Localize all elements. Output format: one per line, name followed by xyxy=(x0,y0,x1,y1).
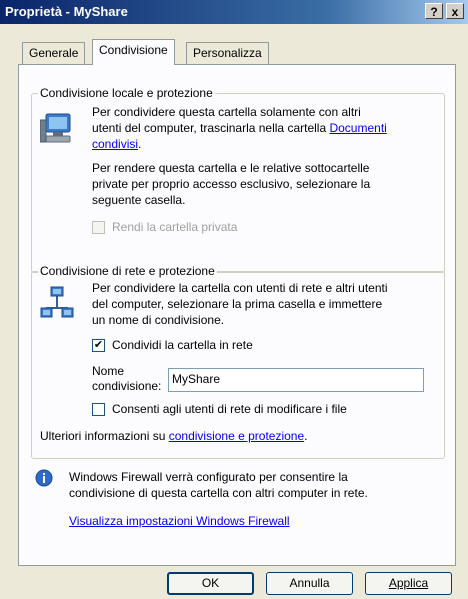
sharing-security-link[interactable]: condivisione e protezione xyxy=(169,429,304,443)
shared-documents-link-part2[interactable]: condivisi xyxy=(92,137,138,151)
window-title: Proprietà - MyShare xyxy=(5,4,128,19)
local-desc-period: . xyxy=(138,137,142,151)
private-desc-line3: seguente casella. xyxy=(92,193,186,207)
apply-button[interactable]: Applica xyxy=(365,572,452,595)
more-info-line: Ulteriori informazioni su condivisione e… xyxy=(40,428,307,444)
title-bar: Proprietà - MyShare ? x xyxy=(0,0,468,24)
local-desc-line2-text: utenti del computer, trascinarla nella c… xyxy=(92,121,330,135)
allow-change-label: Consenti agli utenti di rete di modifica… xyxy=(112,402,347,416)
network-desc-line3: un nome di condivisione. xyxy=(92,313,225,327)
info-icon xyxy=(35,469,53,487)
network-desc-line2: del computer, selezionare la prima casel… xyxy=(92,297,383,311)
local-sharing-group: Condivisione locale e protezione Per con… xyxy=(31,86,445,273)
allow-change-checkbox[interactable] xyxy=(92,403,105,416)
more-info-prefix: Ulteriori informazioni su xyxy=(40,429,169,443)
tab-condivisione[interactable]: Condivisione xyxy=(92,39,175,65)
tab-personalizza[interactable]: Personalizza xyxy=(186,42,269,64)
close-button[interactable]: x xyxy=(446,3,464,19)
tab-panel: Condivisione locale e protezione Per con… xyxy=(18,64,456,566)
local-desc-line2: utenti del computer, trascinarla nella c… xyxy=(92,120,387,136)
tab-generale[interactable]: Generale xyxy=(22,42,86,64)
cancel-button[interactable]: Annulla xyxy=(266,572,353,595)
private-desc-line2: private per proprio accesso esclusivo, s… xyxy=(92,177,371,191)
share-name-label-1: Nome xyxy=(92,364,125,378)
private-folder-checkbox[interactable] xyxy=(92,221,105,234)
network-sharing-group: Condivisione di rete e protezione Per co… xyxy=(31,264,445,459)
shared-documents-link-part1[interactable]: Documenti xyxy=(329,121,386,135)
computer-icon xyxy=(40,113,71,143)
share-folder-checkbox[interactable]: ✔ xyxy=(92,339,105,352)
firewall-line1: Windows Firewall verrà configurato per c… xyxy=(69,470,348,484)
firewall-settings-link[interactable]: Visualizza impostazioni Windows Firewall xyxy=(69,513,290,529)
firewall-line2: condivisione di questa cartella con altr… xyxy=(69,486,368,500)
more-info-suffix: . xyxy=(304,429,308,443)
local-group-title: Condivisione locale e protezione xyxy=(38,86,215,100)
network-desc-line1: Per condividere la cartella con utenti d… xyxy=(92,281,388,295)
network-icon xyxy=(40,286,74,318)
local-desc-line3: condivisi. xyxy=(92,136,141,152)
private-desc-line1: Per rendere questa cartella e le relativ… xyxy=(92,161,370,175)
share-folder-label: Condividi la cartella in rete xyxy=(112,338,253,352)
ok-button[interactable]: OK xyxy=(167,572,254,595)
network-group-title: Condivisione di rete e protezione xyxy=(38,264,217,278)
help-button[interactable]: ? xyxy=(425,3,443,19)
private-folder-label: Rendi la cartella privata xyxy=(112,220,238,234)
share-name-input[interactable]: MyShare xyxy=(168,368,424,392)
local-desc-line1: Per condividere questa cartella solament… xyxy=(92,105,361,119)
share-name-label-2: condivisione: xyxy=(92,379,162,393)
